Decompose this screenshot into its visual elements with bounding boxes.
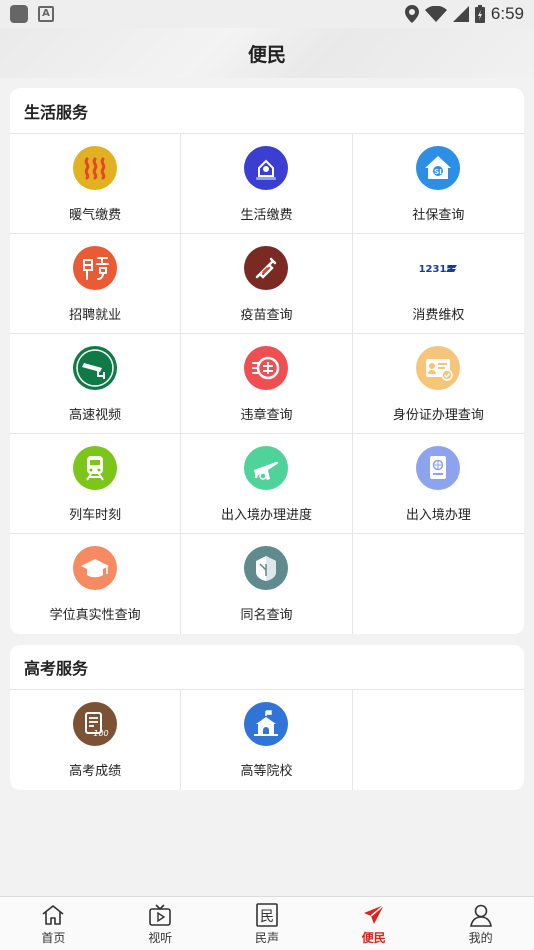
service-label: 列车时刻 (69, 508, 122, 523)
clock: 6:59 (490, 4, 524, 23)
service-immigration-progress[interactable]: 出入境办理进度 (181, 434, 353, 534)
app-header: 便民 (0, 28, 534, 78)
tab-label: 便民 (361, 930, 386, 945)
location-icon (404, 5, 419, 23)
gaokao-services-grid: 100 高考成绩 高等院校 (10, 690, 524, 790)
service-violation[interactable]: 违章查询 (181, 334, 353, 434)
service-label: 消费维权 (412, 308, 465, 323)
service-label: 出入境办理进度 (220, 508, 312, 523)
tab-label: 民声 (254, 930, 279, 945)
keyboard-icon: A (38, 6, 54, 22)
tab-mine[interactable]: 我的 (427, 897, 534, 950)
same-name-icon (244, 546, 289, 590)
bottom-tab-bar: 首页 视听 民 民声 便民 我的 (0, 896, 534, 950)
tab-minsheng[interactable]: 民 民声 (214, 897, 321, 950)
signal-icon (452, 6, 469, 22)
service-degree-verification[interactable]: 学位真实性查询 (10, 534, 182, 634)
empty-cell (353, 534, 524, 634)
minsheng-icon: 民 (256, 902, 278, 927)
exam-score-icon: 100 (73, 702, 118, 746)
service-label: 生活缴费 (240, 208, 293, 223)
service-label: 高等院校 (240, 764, 293, 779)
service-label: 同名查询 (240, 608, 293, 623)
empty-cell (353, 690, 524, 790)
battery-icon (474, 5, 485, 23)
service-label: 招聘就业 (69, 308, 122, 323)
section-title: 高考服务 (10, 645, 524, 690)
graduation-cap-icon (73, 546, 118, 590)
page-title: 便民 (247, 43, 286, 66)
score-text: 100 (94, 729, 109, 738)
home-icon (42, 904, 64, 925)
tab-home[interactable]: 首页 (0, 897, 107, 950)
life-services-grid: 暖气缴费 生活缴费 SI 社保查询 招聘就业 疫苗查询 12315 消费维权 高… (10, 134, 524, 634)
tab-convenience[interactable]: 便民 (320, 897, 427, 950)
service-label: 学位真实性查询 (49, 608, 141, 623)
violation-icon (244, 346, 289, 390)
service-exam-score[interactable]: 100 高考成绩 (10, 690, 182, 790)
send-icon (363, 903, 385, 924)
gaokao-services-card: 高考服务 100 高考成绩 高等院校 (10, 645, 524, 790)
status-bar: A 6:59 (0, 0, 534, 28)
train-icon (73, 446, 118, 490)
wifi-icon (424, 6, 447, 22)
service-label: 高考成绩 (69, 764, 122, 779)
vaccine-icon (244, 246, 289, 290)
passport-icon (416, 446, 461, 490)
service-social-security[interactable]: SI 社保查询 (352, 134, 524, 234)
tab-label: 视听 (148, 930, 173, 945)
service-university[interactable]: 高等院校 (181, 690, 353, 790)
service-heating-payment[interactable]: 暖气缴费 (10, 134, 182, 234)
service-label: 社保查询 (412, 208, 465, 223)
minsheng-glyph: 民 (260, 909, 274, 925)
section-title: 生活服务 (10, 88, 524, 134)
service-label: 高速视频 (69, 408, 122, 423)
service-label: 暖气缴费 (69, 208, 122, 223)
notification-icon (10, 5, 28, 23)
service-label: 疫苗查询 (240, 308, 293, 323)
service-same-name[interactable]: 同名查询 (181, 534, 353, 634)
service-id-card[interactable]: 身份证办理查询 (352, 334, 524, 434)
user-icon (469, 904, 492, 927)
service-vaccine[interactable]: 疫苗查询 (181, 234, 353, 334)
life-payment-icon (244, 146, 289, 190)
heating-icon (73, 146, 118, 190)
service-life-payment[interactable]: 生活缴费 (181, 134, 353, 234)
social-security-icon: SI (416, 146, 461, 190)
highway-camera-icon (73, 346, 118, 390)
service-recruitment[interactable]: 招聘就业 (10, 234, 182, 334)
tab-label: 我的 (468, 930, 493, 945)
service-train-schedule[interactable]: 列车时刻 (10, 434, 182, 534)
service-immigration[interactable]: 出入境办理 (352, 434, 524, 534)
tv-icon (149, 903, 171, 926)
service-highway-video[interactable]: 高速视频 (10, 334, 182, 434)
service-label: 身份证办理查询 (392, 408, 484, 423)
service-consumer-rights[interactable]: 12315 消费维权 (352, 234, 524, 334)
id-card-icon (416, 346, 461, 390)
tab-audio-video[interactable]: 视听 (107, 897, 214, 950)
service-label: 违章查询 (240, 408, 293, 423)
12315-icon: 12315 (416, 246, 460, 290)
service-label: 出入境办理 (405, 508, 471, 523)
recruitment-icon (73, 246, 118, 290)
tab-label: 首页 (41, 930, 66, 945)
life-services-card: 生活服务 暖气缴费 生活缴费 SI 社保查询 招聘就业 疫苗查询 12315 消… (10, 88, 524, 634)
plane-icon (244, 446, 289, 490)
svg-text:SI: SI (434, 168, 442, 176)
university-icon (244, 702, 289, 746)
